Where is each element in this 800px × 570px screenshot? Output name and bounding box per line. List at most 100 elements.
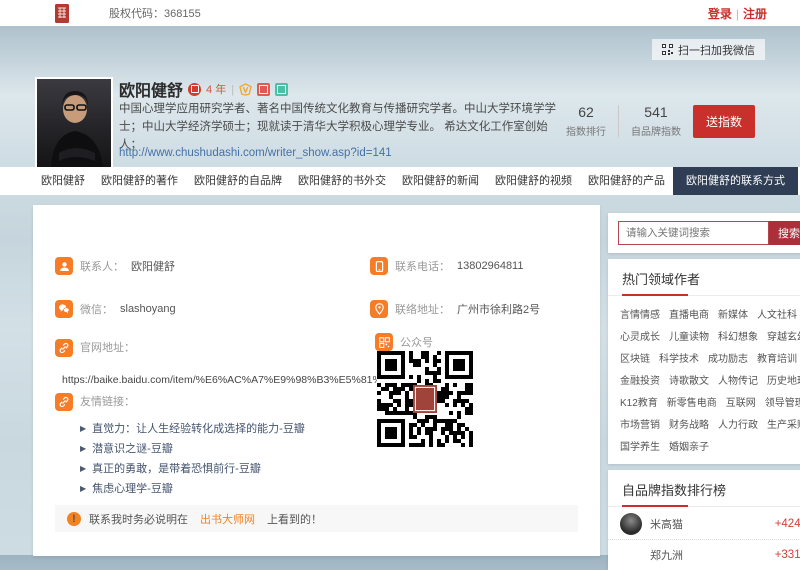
tab-self-brand[interactable]: 欧阳健舒的自品牌 [186,167,290,195]
contact-person-row: 联系人： 欧阳健舒 [55,257,175,275]
contact-phone-value: 13802964811 [457,260,523,272]
tab-works[interactable]: 欧阳健舒的著作 [93,167,186,195]
category-tag[interactable]: 人物传记 [718,372,758,387]
exclamation-icon: ! [67,512,81,526]
profile-banner: 扫一扫加我微信 欧阳健舒 4 年 中国心理学应用研究学者、著名中国传统文化教育与… [0,26,800,167]
tab-contact-active[interactable]: 欧阳健舒的联系方式 [673,167,798,195]
notice-site-link[interactable]: 出书大师网 [200,511,255,527]
category-tag[interactable]: K12教育 [620,394,658,409]
category-tag[interactable]: 市场营销 [620,416,660,431]
category-tag[interactable]: 财务战略 [669,416,709,431]
ranking-row[interactable]: 米高猫 +4242 [608,509,800,539]
category-tag[interactable]: 婚姻亲子 [669,438,709,453]
author-medal-icon [188,83,201,96]
category-tag[interactable]: 人力行政 [718,416,758,431]
category-tag[interactable]: 新媒体 [718,306,748,321]
category-tag[interactable]: 科学技术 [659,350,699,365]
ranked-author-score: +4242 [775,518,800,530]
friend-links-list: 直觉力：让人生经验转化成选择的能力-豆瓣潜意识之谜-豆瓣真正的勇敢，是带着恐惧前… [80,421,305,497]
avatar [620,544,642,566]
notice-prefix: 联系我时务必说明在 [89,511,188,527]
contact-wechat-row: 微信： slashoyang [55,300,176,318]
tab-products[interactable]: 欧阳健舒的产品 [580,167,673,195]
category-tag[interactable]: 成功励志 [708,350,748,365]
hot-authors-title: 热门领域作者 [608,259,800,288]
medal-red-icon [257,83,270,96]
category-tag[interactable]: 国学养生 [620,438,660,453]
contact-person-value: 欧阳健舒 [131,258,175,274]
search-panel: 搜索 [608,213,800,253]
stat-divider [618,105,619,137]
contact-wechat-value: slashoyang [120,303,176,315]
ranked-author-name: 郑九洲 [650,547,683,563]
title-underline [608,506,800,507]
category-tag[interactable]: 生产采购 [767,416,800,431]
tab-author[interactable]: 欧阳健舒 [33,167,93,195]
tab-videos[interactable]: 欧阳健舒的视频 [487,167,580,195]
friend-link[interactable]: 焦虑心理学-豆瓣 [80,481,305,497]
category-tag[interactable]: 诗歌散文 [669,372,709,387]
auth-divider: | [736,7,739,21]
category-tag[interactable]: 区块链 [620,350,650,365]
wechat-icon [55,300,73,318]
category-tag[interactable]: 言情情感 [620,306,660,321]
friend-link[interactable]: 直觉力：让人生经验转化成选择的能力-豆瓣 [80,421,305,437]
friend-link[interactable]: 真正的勇敢，是带着恐惧前行-豆瓣 [80,461,305,477]
notice-suffix: 上看到的！ [267,511,322,527]
contact-person-label: 联系人： [80,258,124,274]
contact-info-panel: 联系人： 欧阳健舒 联系电话： 13802964811 微信： slashoya… [33,205,600,556]
auth-links: 登录 | 注册 [708,5,767,22]
category-tag[interactable]: 新零售电商 [667,394,717,409]
official-account-row: 公众号 [375,333,433,351]
hot-author-tags: 言情情感直播电商新媒体人文社科心灵成长儿童读物科幻想象穿越玄幻区块链科学技术成功… [608,296,800,464]
category-tag[interactable]: 直播电商 [669,306,709,321]
tab-book-diplomacy[interactable]: 欧阳健舒的书外交 [290,167,394,195]
category-tag[interactable]: 儿童读物 [669,328,709,343]
friend-link[interactable]: 潜意识之谜-豆瓣 [80,441,305,457]
medal-teal-icon [275,83,288,96]
register-link[interactable]: 注册 [743,7,767,21]
avatar [620,513,642,535]
category-tag[interactable]: 互联网 [726,394,756,409]
category-tag[interactable]: 领导管理 [765,394,800,409]
send-index-button[interactable]: 送指数 [693,105,755,138]
search-input[interactable] [618,221,769,245]
contact-notice-bar: ! 联系我时务必说明在 出书大师网 上看到的！ [55,505,578,532]
category-tag[interactable]: 金融投资 [620,372,660,387]
category-tag[interactable]: 人文社科 [757,306,797,321]
tab-news[interactable]: 欧阳健舒的新闻 [394,167,487,195]
author-profile-url[interactable]: http://www.chushudashi.com/writer_show.a… [119,147,392,159]
index-rank-value: 62 [566,104,606,120]
author-name: 欧阳健舒 [119,77,183,101]
profile-photo [35,77,113,169]
hot-authors-panel: 热门领域作者 言情情感直播电商新媒体人文社科心灵成长儿童读物科幻想象穿越玄幻区块… [608,259,800,464]
contact-phone-row: 联系电话： 13802964811 [370,257,523,275]
profile-tab-bar: 欧阳健舒 欧阳健舒的著作 欧阳健舒的自品牌 欧阳健舒的书外交 欧阳健舒的新闻 欧… [0,167,800,195]
category-tag[interactable]: 穿越玄幻 [767,328,800,343]
friend-links-label: 友情链接： [80,393,305,409]
search-button[interactable]: 搜索 [769,221,800,245]
scan-wechat-label: 扫一扫加我微信 [678,42,755,58]
scan-wechat-button[interactable]: 扫一扫加我微信 [652,39,765,60]
link-icon [55,393,73,411]
category-tag[interactable]: 科幻想象 [718,328,758,343]
official-account-label: 公众号 [400,334,433,350]
brand-index-label: 自品牌指数 [631,123,681,138]
contact-address-label: 联络地址： [395,301,450,317]
brand-ranking-panel: 自品牌指数排行榜 米高猫 +4242 郑九洲 +3316 [608,470,800,570]
category-tag[interactable]: 历史地理 [767,372,800,387]
login-link[interactable]: 登录 [708,7,732,21]
phone-icon [370,257,388,275]
ranking-list: 米高猫 +4242 郑九洲 +3316 [608,507,800,570]
contact-address-row: 联络地址： 广州市徐利路2号 [370,300,540,318]
link-icon [55,339,73,357]
title-underline [608,295,800,296]
location-pin-icon [370,300,388,318]
site-logo-seal-icon[interactable] [55,4,69,23]
contact-wechat-label: 微信： [80,301,113,317]
author-bio: 中国心理学应用研究学者、著名中国传统文化教育与传播研究学者。中山大学环境学学士；… [119,100,565,154]
top-bar: 股权代码：368155 登录|注册 [0,0,800,26]
qr-code [377,351,473,447]
category-tag[interactable]: 教育培训 [757,350,797,365]
category-tag[interactable]: 心灵成长 [620,328,660,343]
